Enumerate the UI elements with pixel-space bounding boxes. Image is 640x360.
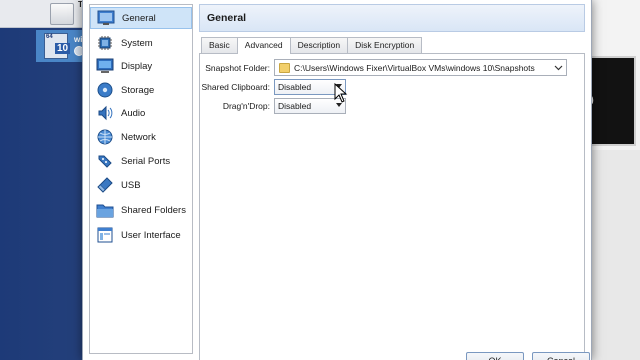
storage-icon: [96, 81, 114, 99]
drag-drop-value: Disabled: [278, 101, 312, 111]
sidebar-item-display[interactable]: Display: [90, 55, 192, 77]
chevron-down-icon: [554, 65, 563, 71]
snapshot-folder-selector[interactable]: C:\Users\Windows Fixer\VirtualBox VMs\wi…: [274, 59, 567, 76]
settings-dialog: General System Display Storage Audio Net…: [82, 0, 592, 360]
settings-page: General Basic Advanced Description Disk …: [199, 4, 587, 360]
sidebar-item-network[interactable]: Network: [90, 126, 192, 148]
folder-icon: [279, 62, 290, 73]
shared-clipboard-label: Shared Clipboard:: [201, 82, 270, 92]
snapshot-folder-path: C:\Users\Windows Fixer\VirtualBox VMs\wi…: [294, 62, 535, 73]
display-icon: [96, 57, 114, 75]
sidebar-item-shared-folders[interactable]: Shared Folders: [90, 199, 192, 221]
mouse-pointer-icon: [334, 83, 348, 103]
page-title: General: [199, 4, 585, 32]
sidebar-item-user-interface[interactable]: User Interface: [90, 224, 192, 246]
ok-button[interactable]: OK: [466, 352, 524, 360]
snapshot-folder-label: Snapshot Folder:: [205, 63, 270, 73]
drag-drop-label: Drag'n'Drop:: [222, 101, 270, 111]
user-interface-icon: [96, 226, 114, 244]
tools-icon[interactable]: [50, 3, 74, 25]
sidebar-item-general[interactable]: General: [90, 7, 192, 29]
sidebar-item-label: Display: [121, 60, 153, 72]
network-icon: [96, 128, 114, 146]
sidebar-item-label: Network: [121, 131, 156, 143]
sidebar-item-label: System: [121, 37, 153, 49]
cancel-button[interactable]: Cancel: [532, 352, 590, 360]
tab-description[interactable]: Description: [289, 37, 349, 53]
vm-badge-arch: 64: [46, 34, 53, 40]
advanced-tab-panel: Snapshot Folder: C:\Users\Windows Fixer\…: [199, 53, 585, 360]
sidebar-item-serial-ports[interactable]: Serial Ports: [90, 150, 192, 172]
sidebar-item-usb[interactable]: USB: [90, 174, 192, 196]
vm-badge-version: 10: [55, 43, 71, 54]
sidebar-item-label: USB: [121, 179, 141, 191]
sidebar-item-system[interactable]: System: [90, 32, 192, 54]
tab-bar: Basic Advanced Description Disk Encrypti…: [201, 37, 423, 54]
system-icon: [96, 34, 114, 52]
dropdown-arrow-icon: [336, 103, 342, 107]
sidebar-item-label: Shared Folders: [121, 204, 186, 216]
sidebar-item-label: Serial Ports: [121, 155, 171, 167]
tab-advanced[interactable]: Advanced: [236, 37, 291, 54]
sidebar-item-audio[interactable]: Audio: [90, 102, 192, 124]
sidebar-item-label: Audio: [121, 107, 146, 119]
sidebar-item-storage[interactable]: Storage: [90, 79, 192, 101]
general-icon: [97, 9, 115, 27]
audio-icon: [96, 104, 114, 122]
settings-category-list: General System Display Storage Audio Net…: [89, 4, 193, 354]
shared-folders-icon: [96, 201, 114, 219]
shared-clipboard-value: Disabled: [278, 82, 312, 92]
serial-ports-icon: [96, 152, 114, 170]
vm-preview-screen: [590, 56, 636, 146]
sidebar-item-label: General: [122, 12, 156, 24]
usb-icon: [96, 176, 114, 194]
tab-basic[interactable]: Basic: [201, 37, 238, 53]
tab-disk-encryption[interactable]: Disk Encryption: [347, 37, 423, 53]
sidebar-item-label: Storage: [121, 84, 155, 96]
sidebar-item-label: User Interface: [121, 229, 181, 241]
